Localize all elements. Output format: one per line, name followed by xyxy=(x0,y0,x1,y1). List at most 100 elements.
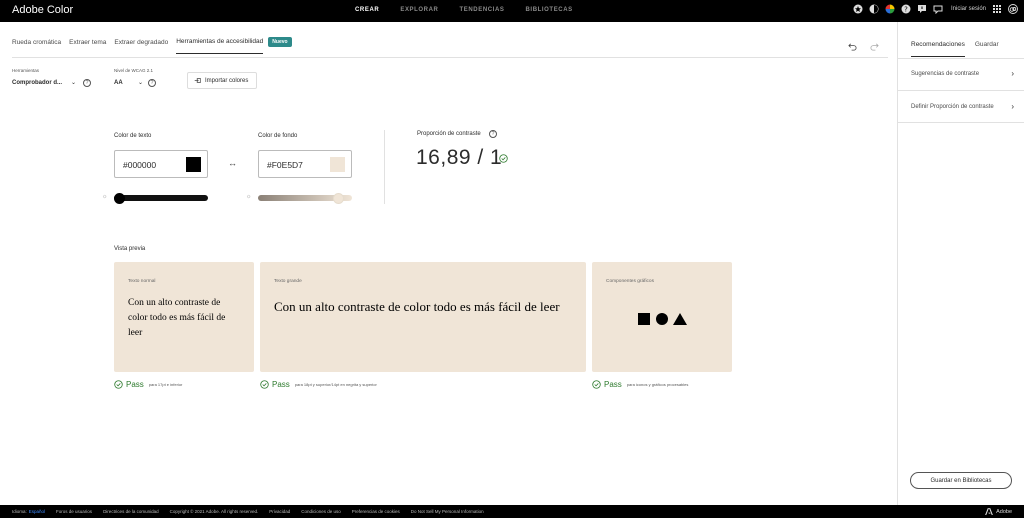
text-brightness-handle[interactable] xyxy=(114,192,125,204)
tab-extract-gradient[interactable]: Extraer degradado xyxy=(114,39,168,54)
tab-extract-theme[interactable]: Extraer tema xyxy=(69,39,106,54)
text-color-hex[interactable]: #000000 xyxy=(123,160,156,170)
tool-chevron-down-icon[interactable]: ⌄ xyxy=(71,79,76,86)
footer-link-forums[interactable]: Foros de usuarios xyxy=(56,509,92,514)
new-badge: Nuevo xyxy=(268,37,292,47)
card-text-large: Con un alto contraste de color todo es m… xyxy=(274,299,560,314)
text-brightness-icon: ☼ xyxy=(102,194,108,200)
card-title-normal: Texto normal xyxy=(128,279,156,284)
preview-card-graphics: Componentes gráficos xyxy=(592,262,732,372)
graphic-shapes xyxy=(638,313,687,325)
pass-check-circle-icon xyxy=(592,380,601,389)
footer-links: Idioma: Español Foros de usuarios Direct… xyxy=(12,509,495,514)
text-color-field[interactable]: #000000 xyxy=(114,150,208,178)
nav-crear[interactable]: CREAR xyxy=(355,7,379,13)
pass-label-graphics: Pass xyxy=(604,380,622,389)
background-color-swatch[interactable] xyxy=(330,157,345,172)
top-bar-actions: ? Iniciar sesión xyxy=(853,4,1018,14)
vertical-divider xyxy=(384,130,385,204)
sub-tabs: Rueda cromática Extraer tema Extraer deg… xyxy=(12,37,292,54)
footer-copyright: Copyright © 2021 Adobe. All rights reser… xyxy=(169,509,259,514)
footer-link-do-not-sell[interactable]: Do Not Sell My Personal Information xyxy=(411,509,484,514)
star-icon[interactable] xyxy=(853,4,863,14)
tool-help-icon[interactable]: ? xyxy=(83,79,91,87)
square-icon xyxy=(638,313,650,325)
footer-link-terms[interactable]: Condiciones de uso xyxy=(301,509,341,514)
wcag-select[interactable]: AA xyxy=(114,80,123,86)
background-brightness-handle[interactable] xyxy=(332,192,344,204)
background-brightness-icon: ☼ xyxy=(246,194,252,200)
help-icon[interactable]: ? xyxy=(901,4,911,14)
circle-icon xyxy=(656,313,668,325)
sign-in-link[interactable]: Iniciar sesión xyxy=(951,6,986,12)
tab-divider xyxy=(12,57,888,58)
text-color-swatch[interactable] xyxy=(186,157,201,172)
import-colors-button[interactable]: Importar colores xyxy=(187,72,257,89)
right-panel: Recomendaciones Guardar Sugerencias de c… xyxy=(897,22,1024,505)
contrast-mode-icon[interactable] xyxy=(869,4,879,14)
pass-large: Pass para 18pt y superior/14pt en negrit… xyxy=(260,380,377,389)
ratio-check-circle-icon xyxy=(499,154,508,163)
right-panel-tabs: Recomendaciones Guardar xyxy=(911,41,1009,57)
creative-cloud-icon[interactable] xyxy=(1008,4,1018,14)
color-wheel-icon[interactable] xyxy=(885,4,895,14)
text-brightness-slider[interactable] xyxy=(114,195,208,201)
background-color-field[interactable]: #F0E5D7 xyxy=(258,150,352,178)
save-to-libraries-button[interactable]: Guardar en Bibliotecas xyxy=(910,472,1012,489)
contrast-suggestions-item[interactable]: Sugerencias de contraste xyxy=(911,71,979,77)
define-contrast-ratio-item[interactable]: Definir Proporción de contraste xyxy=(911,104,994,110)
pass-label-large: Pass xyxy=(272,380,290,389)
right-tab-divider xyxy=(898,58,1024,59)
pass-label-normal: Pass xyxy=(126,380,144,389)
preview-label: Vista previa xyxy=(114,246,146,252)
preview-card-normal-text: Texto normal Con un alto contraste de co… xyxy=(114,262,254,372)
nav-explorar[interactable]: EXPLORAR xyxy=(400,7,438,13)
text-color-label: Color de texto xyxy=(114,133,152,139)
feedback-icon[interactable] xyxy=(917,4,927,14)
redo-icon[interactable] xyxy=(870,42,879,51)
language-label: Idioma: xyxy=(12,509,27,514)
right-item-divider xyxy=(898,122,1024,123)
wcag-chevron-down-icon[interactable]: ⌄ xyxy=(138,79,143,86)
tab-recommendations[interactable]: Recomendaciones xyxy=(911,41,965,57)
wcag-help-icon[interactable]: ? xyxy=(148,79,156,87)
tab-color-wheel[interactable]: Rueda cromática xyxy=(12,39,61,54)
contrast-ratio-label: Proporción de contraste xyxy=(417,131,481,137)
app-grid-icon[interactable] xyxy=(992,4,1002,14)
footer-link-cookies[interactable]: Preferencias de cookies xyxy=(352,509,400,514)
tab-accessibility-tools[interactable]: Herramientas de accesibilidad xyxy=(176,38,264,54)
contrast-ratio-label-text: Proporción de contraste xyxy=(417,131,481,137)
footer-link-privacy[interactable]: Privacidad xyxy=(269,509,290,514)
footer-link-guidelines[interactable]: Directrices de la comunidad xyxy=(103,509,159,514)
card-title-graphics: Componentes gráficos xyxy=(606,279,654,284)
top-nav: CREAR EXPLORAR TENDENCIAS BIBLIOTECAS xyxy=(355,7,594,13)
chevron-right-icon[interactable]: › xyxy=(1011,102,1014,111)
pass-check-circle-icon xyxy=(260,380,269,389)
right-item-divider xyxy=(898,90,1024,91)
contrast-ratio-value: 16,89 / 1 xyxy=(416,146,503,169)
background-color-hex[interactable]: #F0E5D7 xyxy=(267,160,303,170)
nav-bibliotecas[interactable]: BIBLIOTECAS xyxy=(526,7,573,13)
import-icon xyxy=(194,78,201,83)
undo-icon[interactable] xyxy=(848,42,857,51)
svg-text:?: ? xyxy=(904,6,908,14)
tool-select[interactable]: Comprobador d... xyxy=(12,80,62,86)
chevron-right-icon[interactable]: › xyxy=(1011,69,1014,78)
swap-icon[interactable]: ↔ xyxy=(228,158,237,168)
chat-icon[interactable] xyxy=(933,4,943,14)
pass-check-circle-icon xyxy=(114,380,123,389)
card-title-large: Texto grande xyxy=(274,279,302,284)
ratio-help-icon[interactable]: ? xyxy=(489,130,497,138)
top-bar: Adobe Color CREAR EXPLORAR TENDENCIAS BI… xyxy=(0,0,1024,22)
language-select[interactable]: Español xyxy=(29,509,45,514)
tab-save[interactable]: Guardar xyxy=(975,41,999,57)
adobe-logo-text: Adobe xyxy=(996,508,1012,515)
app-title[interactable]: Adobe Color xyxy=(12,4,73,16)
pass-note-normal: para 17pt e inferior xyxy=(148,382,183,387)
import-colors-label: Importar colores xyxy=(205,77,249,84)
nav-tendencias[interactable]: TENDENCIAS xyxy=(459,7,504,13)
adobe-logo[interactable]: Adobe xyxy=(985,508,1012,515)
preview-card-large-text: Texto grande Con un alto contraste de co… xyxy=(260,262,586,372)
tool-label: Herramientas xyxy=(12,68,40,73)
pass-graphics: Pass para iconos y gráficos procesables xyxy=(592,380,688,389)
